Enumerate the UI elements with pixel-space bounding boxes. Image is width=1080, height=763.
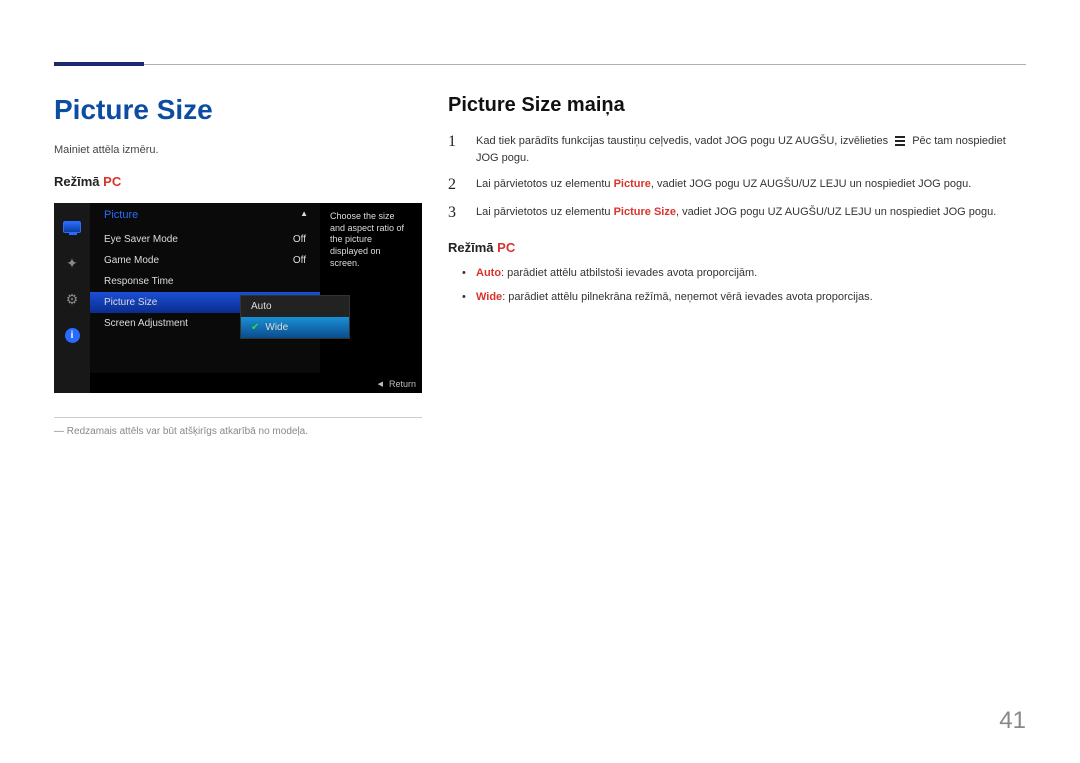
osd-row-label: Screen Adjustment xyxy=(104,318,188,329)
footnote-dash: ― xyxy=(54,426,64,437)
footnote: ― Redzamais attēls var būt atšķirīgs atk… xyxy=(54,426,422,437)
mode-value: PC xyxy=(103,174,121,189)
osd-row-gamemode: Game Mode Off xyxy=(90,250,320,271)
osd-icon-sidebar: ✦ ⚙ i xyxy=(54,203,90,393)
osd-submenu-label: Auto xyxy=(251,301,272,312)
step-3: 3 Lai pārvietotos uz elementu Picture Si… xyxy=(448,204,1026,222)
osd-header: Picture ▲ xyxy=(90,203,320,227)
page-title: Picture Size xyxy=(54,94,422,126)
divider xyxy=(54,417,422,418)
star-icon: ✦ xyxy=(62,255,82,271)
right-column: Picture Size maiņa 1 Kad tiek parādīts f… xyxy=(448,94,1026,437)
intro-text: Mainiet attēla izmēru. xyxy=(54,144,422,156)
step3-text-a: Lai pārvietotos uz elementu xyxy=(476,206,611,218)
two-column-layout: Picture Size Mainiet attēla izmēru. Režī… xyxy=(54,94,1026,437)
step-2: 2 Lai pārvietotos uz elementu Picture, v… xyxy=(448,176,1026,194)
page-number: 41 xyxy=(999,707,1026,735)
step-number: 2 xyxy=(448,176,462,194)
osd-submenu-wide: ✔ Wide xyxy=(241,317,349,338)
osd-submenu: Auto ✔ Wide xyxy=(240,295,350,339)
bullet-list: Auto: parādiet attēlu atbilstoši ievades… xyxy=(448,265,1026,306)
osd-row-label: Picture Size xyxy=(104,297,157,308)
gear-icon: ⚙ xyxy=(62,291,82,307)
osd-submenu-label: Wide xyxy=(265,322,288,333)
osd-row-label: Response Time xyxy=(104,276,173,287)
osd-panel: Picture ▲ Eye Saver Mode Off Game Mode O… xyxy=(90,203,320,373)
bullet-auto: Auto: parādiet attēlu atbilstoši ievades… xyxy=(476,265,1026,283)
bullet-keyword: Wide xyxy=(476,291,502,303)
section-heading: Picture Size maiņa xyxy=(448,94,1026,117)
info-icon: i xyxy=(62,327,82,343)
menu-icon xyxy=(893,136,907,146)
osd-row-value: Off xyxy=(293,255,306,266)
bullet-text: : parādiet attēlu atbilstoši ievades avo… xyxy=(501,267,757,279)
mode-heading-right: Režīmā PC xyxy=(448,240,1026,255)
osd-row-label: Eye Saver Mode xyxy=(104,234,178,245)
osd-header-label: Picture xyxy=(104,209,138,221)
osd-help-text: Choose the size and aspect ratio of the … xyxy=(326,207,416,273)
left-triangle-icon: ◀ xyxy=(378,380,383,388)
step2-keyword: Picture xyxy=(614,178,651,190)
step3-keyword: Picture Size xyxy=(614,206,676,218)
mode-label: Režīmā xyxy=(54,174,100,189)
bullet-text: : parādiet attēlu pilnekrāna režīmā, neņ… xyxy=(502,291,873,303)
monitor-icon xyxy=(62,219,82,235)
osd-row-value: Off xyxy=(293,234,306,245)
osd-row-label: Game Mode xyxy=(104,255,159,266)
footnote-text: Redzamais attēls var būt atšķirīgs atkar… xyxy=(67,426,308,437)
step3-text-b: , vadiet JOG pogu UZ AUGŠU/UZ LEJU un no… xyxy=(676,206,996,218)
step-text: Kad tiek parādīts funkcijas taustiņu ceļ… xyxy=(476,133,1026,166)
osd-screenshot: ✦ ⚙ i Picture ▲ Eye Saver Mode Off xyxy=(54,203,422,393)
bullet-keyword: Auto xyxy=(476,267,501,279)
header-rule xyxy=(54,64,1026,65)
step-number: 3 xyxy=(448,204,462,222)
osd-return-label: Return xyxy=(389,379,416,389)
mode-heading-left: Režīmā PC xyxy=(54,174,422,189)
osd-submenu-auto: Auto xyxy=(241,296,349,317)
header-accent xyxy=(54,62,144,66)
mode-label: Režīmā xyxy=(448,240,494,255)
bullet-wide: Wide: parādiet attēlu pilnekrāna režīmā,… xyxy=(476,289,1026,307)
step-1: 1 Kad tiek parādīts funkcijas taustiņu c… xyxy=(448,133,1026,166)
osd-row-eyesaver: Eye Saver Mode Off xyxy=(90,229,320,250)
step-number: 1 xyxy=(448,133,462,151)
osd-footer: ◀ Return xyxy=(378,379,416,389)
step1-text-a: Kad tiek parādīts funkcijas taustiņu ceļ… xyxy=(476,135,888,147)
page: Picture Size Mainiet attēla izmēru. Režī… xyxy=(0,0,1080,763)
step-text: Lai pārvietotos uz elementu Picture Size… xyxy=(476,204,996,221)
step2-text-a: Lai pārvietotos uz elementu xyxy=(476,178,611,190)
step-text: Lai pārvietotos uz elementu Picture, vad… xyxy=(476,176,971,193)
step2-text-b: , vadiet JOG pogu UZ AUGŠU/UZ LEJU un no… xyxy=(651,178,971,190)
left-column: Picture Size Mainiet attēla izmēru. Režī… xyxy=(54,94,422,437)
mode-value: PC xyxy=(497,240,515,255)
up-arrow-icon: ▲ xyxy=(300,209,308,218)
check-icon: ✔ xyxy=(251,322,259,333)
osd-row-responsetime: Response Time xyxy=(90,271,320,292)
